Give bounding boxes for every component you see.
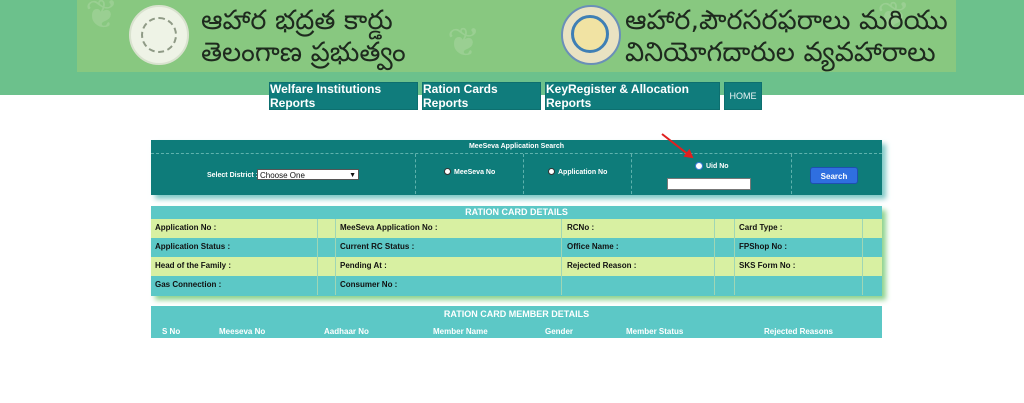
field-label: Consumer No :: [340, 280, 398, 289]
banner-title-left-1: ఆహార భద్రత కార్డు: [201, 5, 393, 36]
banner-title-right-1: ఆహార,పౌరసరఫరాలు మరియు: [625, 5, 948, 36]
field-label: Head of the Family :: [155, 261, 232, 270]
table-row: Gas Connection : Consumer No :: [151, 276, 882, 295]
divider: [862, 276, 863, 295]
banner: ❦ ❦ ❦ ఆహార భద్రత కార్డు తెలంగాణ ప్రభుత్వ…: [77, 0, 956, 72]
nav-ration-cards-reports[interactable]: Ration Cards Reports: [422, 82, 541, 110]
uid-no-radio[interactable]: [695, 162, 703, 170]
field-label: Pending At :: [340, 261, 387, 270]
column-header: Gender: [545, 327, 574, 336]
field-label: FPShop No :: [739, 242, 787, 251]
field-label: MeeSeva Application No :: [340, 223, 438, 232]
divider: [335, 219, 336, 238]
field-label: Rejected Reason :: [567, 261, 637, 270]
uid-input[interactable]: [667, 178, 751, 190]
divider: [335, 276, 336, 295]
divider: [791, 154, 792, 194]
table-row: Application Status : Current RC Status :…: [151, 238, 882, 257]
member-details: RATION CARD MEMBER DETAILS S No Meeseva …: [151, 306, 882, 338]
search-panel-title: MeeSeva Application Search: [468, 143, 565, 150]
telangana-emblem-icon: [129, 5, 189, 65]
field-label: Application No :: [155, 223, 217, 232]
divider: [714, 238, 715, 257]
divider: [561, 257, 562, 276]
search-button[interactable]: Search: [810, 167, 858, 184]
nav-home[interactable]: HOME: [724, 82, 762, 110]
divider: [335, 238, 336, 257]
nav-welfare-reports[interactable]: Welfare Institutions Reports: [269, 82, 418, 110]
ration-card-details: RATION CARD DETAILS Application No : Mee…: [151, 206, 882, 296]
divider: [561, 276, 562, 295]
district-select[interactable]: Choose One ▼: [257, 169, 359, 180]
divider: [714, 219, 715, 238]
district-select-value: Choose One: [260, 171, 305, 180]
field-label: RCNo :: [567, 223, 595, 232]
column-header: Aadhaar No: [324, 327, 369, 336]
divider: [151, 153, 882, 154]
leaf-decoration-icon: ❦: [447, 20, 481, 66]
column-header: Member Status: [626, 327, 684, 336]
district-label: Select District :: [207, 172, 258, 179]
divider: [561, 219, 562, 238]
application-no-radio[interactable]: [548, 168, 555, 175]
divider: [631, 154, 632, 194]
banner-title-right-2: వినియోగదారుల వ్యవహారాలు: [625, 37, 936, 68]
divider: [862, 238, 863, 257]
field-label: Office Name :: [567, 242, 619, 251]
field-label: Current RC Status :: [340, 242, 415, 251]
column-header: S No: [162, 327, 181, 336]
member-details-title: RATION CARD MEMBER DETAILS: [443, 309, 590, 319]
field-label: Application Status :: [155, 242, 231, 251]
meeseva-search-panel: MeeSeva Application Search: [151, 140, 882, 195]
divider: [734, 238, 735, 257]
divider: [714, 257, 715, 276]
department-emblem-icon: [561, 5, 621, 65]
column-header: Member Name: [433, 327, 488, 336]
divider: [734, 276, 735, 295]
divider: [317, 238, 318, 257]
meeseva-no-label: MeeSeva No: [454, 169, 496, 176]
divider: [317, 257, 318, 276]
divider: [862, 219, 863, 238]
application-no-label: Application No: [558, 169, 608, 176]
ration-card-details-title: RATION CARD DETAILS: [151, 206, 882, 218]
divider: [714, 276, 715, 295]
column-header: Meeseva No: [219, 327, 266, 336]
leaf-decoration-icon: ❦: [85, 0, 119, 38]
divider: [317, 276, 318, 295]
divider: [415, 154, 416, 194]
nav-keyregister-reports[interactable]: KeyRegister & Allocation Reports: [545, 82, 720, 110]
banner-title-left-2: తెలంగాణ ప్రభుత్వం: [201, 37, 406, 68]
divider: [317, 219, 318, 238]
field-label: Card Type :: [739, 223, 783, 232]
uid-no-label: Uid No: [706, 163, 729, 170]
column-header: Rejected Reasons: [764, 327, 833, 336]
divider: [862, 257, 863, 276]
divider: [734, 219, 735, 238]
field-label: Gas Connection :: [155, 280, 222, 289]
chevron-down-icon: ▼: [349, 172, 356, 179]
divider: [561, 238, 562, 257]
meeseva-no-radio[interactable]: [444, 168, 451, 175]
divider: [734, 257, 735, 276]
table-row: Application No : MeeSeva Application No …: [151, 219, 882, 238]
field-label: SKS Form No :: [739, 261, 796, 270]
divider: [523, 154, 524, 194]
table-row: Head of the Family : Pending At : Reject…: [151, 257, 882, 276]
divider: [335, 257, 336, 276]
